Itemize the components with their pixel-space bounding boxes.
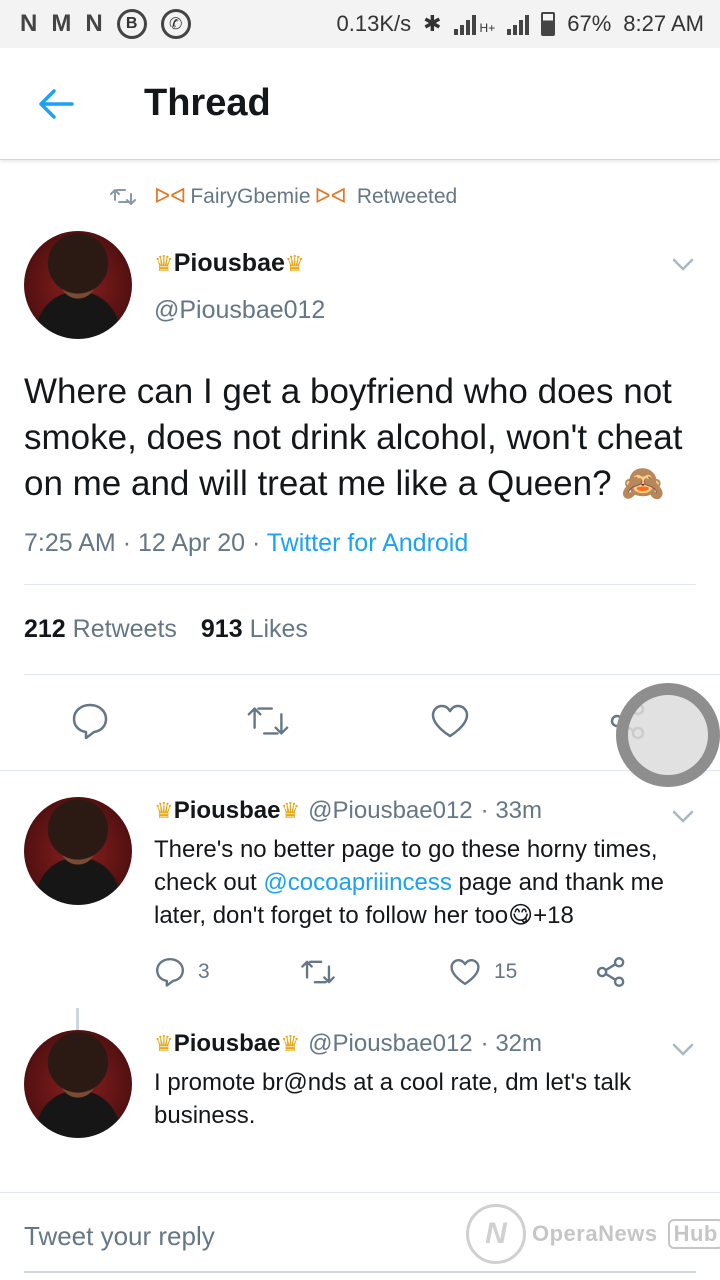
user-handle[interactable]: @Piousbae012 [154,296,325,325]
crown-icon: ♛ [154,250,174,276]
main-tweet-header: ♛ Piousbae ♛ @Piousbae012 [0,231,720,339]
retweeted-label: Retweeted [356,184,458,208]
retweet-icon [247,707,289,735]
like-button[interactable] [428,699,472,743]
like-button[interactable]: 15 [448,957,517,987]
thread-connector [76,1008,79,1030]
input-underline [24,1271,696,1273]
crown-icon: ♛ [154,1031,174,1056]
operanews-logo-icon: N [466,1204,526,1264]
watermark-hub: Hub [667,1219,720,1249]
notification-n-icon: N [20,10,38,37]
reply-text: I promote br@nds at a cool rate, dm let'… [154,1069,632,1129]
retweet-button[interactable] [246,699,290,743]
chevron-down-icon[interactable] [668,1034,698,1064]
whatsapp-icon: ✆ [160,9,191,39]
gmail-icon: M [51,10,72,37]
reply-input[interactable]: Tweet your reply [24,1221,215,1252]
likes-count: 913 [200,615,243,643]
b-app-icon: B [116,9,147,39]
user-handle[interactable]: @Piousbae012 [308,1030,472,1058]
heart-icon [450,958,480,986]
retweeted-by: ᐅᐊ FairyGbemie ᐅᐊ Retweeted [110,184,720,209]
retweets-label: Retweets [72,615,177,643]
reply-button[interactable] [68,699,112,743]
display-name-text: Piousbae [173,1030,281,1057]
heart-icon [431,704,469,738]
clock: 8:27 AM [623,11,704,36]
reply-icon [72,703,108,740]
retweets-stat[interactable]: 212 Retweets [24,615,177,644]
crown-icon: ♛ [280,1031,301,1056]
crown-icon: ♛ [154,798,174,823]
signal2-icon [507,13,530,35]
back-button[interactable] [26,74,86,134]
mention-link[interactable]: @cocoapriiincess [263,869,451,896]
bluetooth-icon: ✱ [423,11,442,36]
tweet-date: 12 Apr 20 [137,529,245,557]
retweet-icon [110,188,136,205]
notification-icons: N M N B ✆ [20,9,191,39]
arrow-left-icon [39,88,74,119]
tweet-text: Where can I get a boyfriend who does not… [24,372,683,503]
tweet-time: 7:25 AM [24,529,116,557]
butterfly-icon: ᐅᐊ [154,185,187,208]
reply-icon [156,958,184,987]
display-name[interactable]: ♛ Piousbae ♛ [154,797,300,825]
reply-age: · 32m [480,1030,543,1057]
reply-button[interactable]: 3 [154,956,210,988]
user-handle[interactable]: @Piousbae012 [308,797,472,825]
network-type: H+ [479,21,496,35]
tweet-meta: 7:25 AM · 12 Apr 20 · Twitter for Androi… [24,529,469,557]
app-bar: Thread [0,48,720,160]
tweet-actions [0,675,720,787]
butterfly-icon: ᐅᐊ [314,185,347,208]
display-name-text: Piousbae [173,797,281,824]
reply-header: ♛ Piousbae ♛ @Piousbae012 · 33m [154,797,696,825]
watermark-brand: OperaNews [532,1221,658,1246]
display-name[interactable]: ♛ Piousbae ♛ [154,249,325,278]
share-button[interactable] [594,955,628,989]
display-name-text: Piousbae [173,249,285,277]
chevron-down-icon[interactable] [668,249,698,279]
crown-icon: ♛ [284,250,305,276]
reply-tweet[interactable]: ♛ Piousbae ♛ @Piousbae012 · 32m I promot… [0,992,720,1138]
reply-header: ♛ Piousbae ♛ @Piousbae012 · 32m [154,1030,696,1058]
retweeter-name: FairyGbemie [190,184,311,208]
avatar[interactable] [24,1030,132,1138]
chevron-down-icon[interactable] [668,801,698,831]
likes-stat[interactable]: 913 Likes [201,615,308,644]
share-icon [596,957,625,987]
like-count: 15 [494,960,518,983]
reply-actions: 3 15 [154,952,696,992]
battery-percent: 67% [567,11,612,36]
notification-n2-icon: N [85,10,103,37]
likes-label: Likes [249,615,308,643]
reply-count: 3 [198,960,210,983]
watermark: N OperaNews Hub [466,1204,720,1264]
reply-tweet[interactable]: ♛ Piousbae ♛ @Piousbae012 · 33m There's … [0,771,720,992]
retweet-button[interactable] [300,958,336,986]
crown-icon: ♛ [280,798,301,823]
page-title: Thread [144,82,271,124]
battery-icon [541,12,556,36]
reply-text: There's no better page to go these horny… [154,833,696,932]
status-bar: N M N B ✆ 0.13K/s ✱ H+ 67% 8:27 AM [0,0,720,48]
retweets-count: 212 [24,615,66,643]
avatar[interactable] [24,797,132,905]
retweet-icon [301,960,335,984]
network-speed: 0.13K/s [336,11,412,36]
display-name[interactable]: ♛ Piousbae ♛ [154,1030,300,1058]
signal-icon [453,13,476,35]
tweet-source[interactable]: Twitter for Android [267,529,468,557]
tweet-stats: 212 Retweets 913 Likes [0,585,720,674]
reply-age: · 33m [480,797,543,824]
avatar[interactable] [24,231,132,339]
retweeter[interactable]: ᐅᐊ FairyGbemie ᐅᐊ [154,184,347,209]
